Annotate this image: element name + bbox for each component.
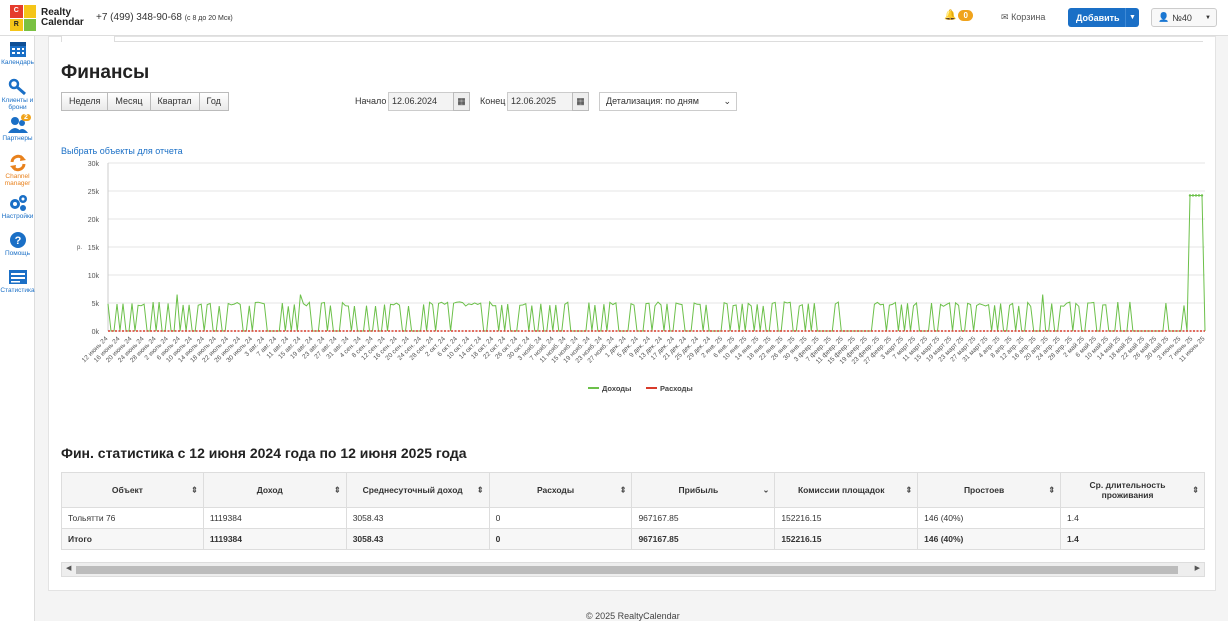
start-calendar-button[interactable]: ▦ bbox=[453, 92, 470, 111]
logo[interactable]: C R Realty Calendar bbox=[10, 5, 84, 31]
key-icon bbox=[8, 78, 26, 96]
sidebar-item-partners[interactable]: 2 Партнеры bbox=[0, 114, 35, 142]
sidebar-item-channel-manager[interactable]: Channel manager bbox=[0, 154, 35, 187]
legend-expenses-label: Расходы bbox=[660, 384, 693, 393]
sidebar-item-settings[interactable]: Настройки bbox=[0, 194, 35, 220]
stats-title: Фин. статистика с 12 июня 2024 года по 1… bbox=[61, 445, 467, 461]
help-icon: ? bbox=[9, 232, 26, 248]
sidebar-item-clients[interactable]: Клиенты и брони bbox=[0, 78, 35, 111]
y-tick-label: 30k bbox=[88, 161, 100, 168]
income-point bbox=[1200, 194, 1204, 197]
scroll-left-icon[interactable]: ◀ bbox=[66, 564, 71, 572]
sort-icon: ⇕ bbox=[1192, 485, 1199, 495]
tab-strip bbox=[61, 36, 1203, 42]
col-object[interactable]: Объект ⇕ bbox=[61, 472, 204, 508]
notification-count: 0 bbox=[958, 10, 973, 21]
user-menu-button[interactable]: 👤 №40 ▼ bbox=[1151, 8, 1217, 27]
sort-icon: ⇕ bbox=[476, 485, 484, 495]
period-week-button[interactable]: Неделя bbox=[61, 92, 109, 111]
select-objects-link[interactable]: Выбрать объекты для отчета bbox=[61, 146, 183, 156]
y-tick-label: 15k bbox=[88, 245, 100, 252]
calendar-icon: ▦ bbox=[457, 96, 466, 106]
col-idle[interactable]: Простоев ⇕ bbox=[917, 472, 1062, 508]
col-avg-income[interactable]: Среднесуточный доход ⇕ bbox=[345, 472, 490, 508]
period-month-button[interactable]: Месяц bbox=[107, 92, 151, 111]
sort-icon: ⇕ bbox=[191, 485, 198, 495]
page-title: Финансы bbox=[61, 62, 150, 83]
envelope-icon: ✉ bbox=[1001, 12, 1009, 22]
sort-icon: ⇕ bbox=[619, 485, 627, 495]
partners-badge: 2 bbox=[21, 114, 31, 121]
logo-icon: C R bbox=[10, 5, 36, 31]
period-selector: Неделя Месяц Квартал Год bbox=[61, 92, 229, 111]
y-tick-label: 0k bbox=[92, 329, 100, 336]
calendar-icon: ▦ bbox=[576, 96, 585, 106]
y-tick-label: 20k bbox=[88, 217, 100, 224]
chevron-down-icon: ⌄ bbox=[723, 96, 731, 106]
gears-icon bbox=[9, 195, 27, 211]
sort-desc-icon: ⌄ bbox=[762, 485, 770, 495]
table-scrollbar[interactable]: ◀ ▶ bbox=[61, 562, 1205, 577]
svg-text:?: ? bbox=[14, 235, 21, 247]
calendar-icon bbox=[9, 42, 26, 57]
chevron-down-icon[interactable]: ▼ bbox=[1125, 8, 1139, 27]
sidebar-item-calendar[interactable]: Календарь bbox=[0, 40, 35, 66]
cart-link[interactable]: ✉ Корзина bbox=[1001, 12, 1045, 23]
footer-copyright: © 2025 RealtyCalendar bbox=[586, 611, 680, 621]
detail-select[interactable]: Детализация: по дням ⌄ bbox=[599, 92, 737, 111]
y-tick-label: 10k bbox=[88, 273, 100, 280]
income-point bbox=[1194, 194, 1198, 197]
scroll-right-icon[interactable]: ▶ bbox=[1195, 564, 1200, 572]
bell-icon: 🔔 bbox=[944, 10, 957, 21]
finance-panel: Финансы Неделя Месяц Квартал Год Начало … bbox=[48, 36, 1216, 591]
col-profit[interactable]: Прибыль ⌄ bbox=[631, 472, 776, 508]
stats-icon bbox=[8, 270, 27, 284]
end-date-label: Конец bbox=[480, 96, 506, 106]
sort-icon: ⇕ bbox=[333, 485, 341, 495]
end-date-input[interactable]: 12.06.2025 bbox=[507, 92, 573, 111]
sidebar-item-statistics[interactable]: Статистика bbox=[0, 268, 35, 294]
add-button[interactable]: Добавить ▼ bbox=[1068, 8, 1139, 27]
finance-chart: 0k5k10k15k20k25k30kр.12 июнь 2416 июнь 2… bbox=[77, 161, 1207, 393]
income-point bbox=[1197, 194, 1201, 197]
sort-icon: ⇕ bbox=[1048, 485, 1056, 495]
col-avg-stay[interactable]: Ср. длительность проживания ⇕ bbox=[1060, 472, 1205, 508]
tab-active[interactable] bbox=[61, 36, 115, 42]
sort-icon: ⇕ bbox=[905, 485, 913, 495]
col-expenses[interactable]: Расходы ⇕ bbox=[488, 472, 633, 508]
sidebar: Календарь Клиенты и брони 2 Партнеры Cha… bbox=[0, 36, 35, 621]
period-quarter-button[interactable]: Квартал bbox=[149, 92, 200, 111]
table-header-row: Объект ⇕ Доход ⇕ Среднесуточный доход ⇕ Рас… bbox=[61, 472, 1205, 508]
income-line bbox=[107, 195, 1206, 332]
user-icon: 👤 bbox=[1158, 12, 1170, 22]
top-bar: C R Realty Calendar +7 (499) 348-90-68 (… bbox=[0, 0, 1228, 36]
chevron-down-icon: ▼ bbox=[1205, 14, 1211, 21]
y-tick-label: 5k bbox=[92, 301, 100, 308]
legend-income-label: Доходы bbox=[602, 384, 631, 393]
scrollbar-thumb[interactable] bbox=[76, 566, 1178, 574]
sidebar-item-help[interactable]: ? Помощь bbox=[0, 231, 35, 257]
end-calendar-button[interactable]: ▦ bbox=[572, 92, 589, 111]
col-income[interactable]: Доход ⇕ bbox=[202, 472, 347, 508]
stats-table: Объект ⇕ Доход ⇕ Среднесуточный доход ⇕ Рас… bbox=[61, 472, 1205, 550]
y-axis-label: р. bbox=[77, 245, 82, 251]
table-row: Тольятти 76 1119384 3058.43 0 967167.85 … bbox=[61, 507, 1205, 529]
table-total-row: Итого 1119384 3058.43 0 967167.85 152216… bbox=[61, 528, 1205, 550]
support-phone: +7 (499) 348-90-68 (с 8 до 20 Мск) bbox=[96, 12, 233, 23]
start-date-input[interactable]: 12.06.2024 bbox=[388, 92, 454, 111]
y-tick-label: 25k bbox=[88, 189, 100, 196]
period-year-button[interactable]: Год bbox=[198, 92, 229, 111]
income-point bbox=[1191, 194, 1195, 197]
income-point bbox=[1188, 194, 1192, 197]
sync-icon bbox=[9, 154, 26, 172]
start-date-label: Начало bbox=[355, 96, 387, 106]
notifications-button[interactable]: 🔔 0 bbox=[944, 10, 973, 21]
col-commission[interactable]: Комиссии площадок ⇕ bbox=[774, 472, 919, 508]
